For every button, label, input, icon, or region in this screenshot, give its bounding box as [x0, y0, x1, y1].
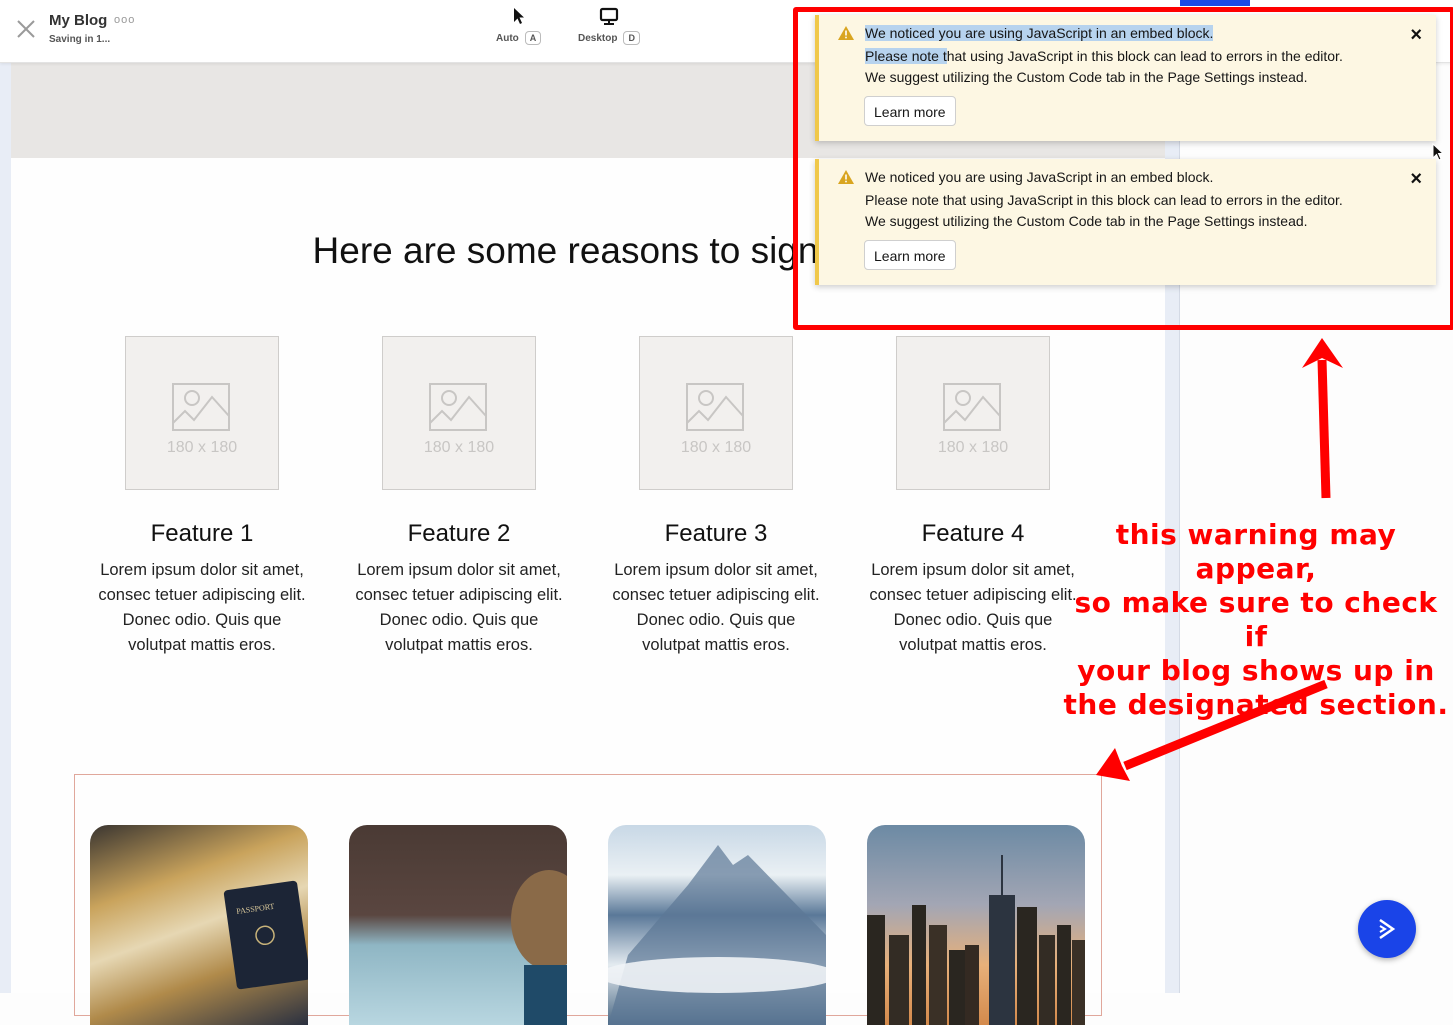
annotation-line: so make sure to check if — [1074, 586, 1438, 653]
js-warning-toast: We noticed you are using JavaScript in a… — [815, 159, 1436, 285]
pointer-cursor-icon — [496, 6, 541, 28]
close-icon[interactable]: × — [1410, 168, 1422, 191]
learn-more-button[interactable]: Learn more — [864, 96, 956, 126]
annotation-line: your blog shows up in — [1077, 654, 1435, 687]
shortcut-key: A — [524, 31, 542, 45]
floating-chat-button[interactable] — [1358, 900, 1416, 958]
mouse-cursor-icon — [1432, 143, 1445, 161]
feature-text: Lorem ipsum dolor sit amet, consec tetue… — [355, 561, 563, 654]
mountain-photo — [608, 845, 826, 1025]
toast-text: hat using JavaScript in this block can l… — [946, 48, 1343, 64]
more-options-icon[interactable]: ooo — [114, 14, 135, 26]
passport-photo: PASSPORT — [223, 880, 308, 990]
blog-post-image-passport[interactable]: PASSPORT — [90, 825, 308, 1025]
placeholder-dimensions: 180 x 180 — [423, 439, 495, 456]
city-skyline-photo — [867, 855, 1085, 1025]
mode-auto-label: Auto — [496, 33, 519, 44]
image-placeholder[interactable]: 180 x 180 — [382, 336, 536, 490]
blog-post-image-city[interactable] — [867, 825, 1085, 1025]
placeholder-dimensions: 180 x 180 — [937, 439, 1009, 456]
js-warning-toast: We noticed you are using JavaScript in a… — [815, 15, 1436, 141]
site-title[interactable]: My Blog — [49, 12, 107, 29]
image-icon — [943, 383, 1001, 431]
blog-post-image-map[interactable] — [349, 825, 567, 1025]
left-gutter — [0, 62, 11, 993]
blog-section[interactable]: PASSPORT — [74, 774, 1102, 1025]
learn-more-button[interactable]: Learn more — [864, 240, 956, 270]
desktop-monitor-icon — [578, 6, 640, 28]
child-map-photo — [511, 870, 567, 1025]
blog-post-image-mountain[interactable] — [608, 825, 826, 1025]
mode-auto-button[interactable]: Auto A — [496, 6, 542, 46]
toast-text: We suggest utilizing the Custom Code tab… — [865, 213, 1308, 229]
feature-title: Feature 4 — [921, 520, 1025, 547]
warning-triangle-icon — [838, 26, 854, 40]
toast-text-selected: Please note t — [865, 48, 947, 64]
image-placeholder[interactable]: 180 x 180 — [639, 336, 793, 490]
active-panel-tab-indicator — [1180, 0, 1250, 6]
feature-text: Lorem ipsum dolor sit amet, consec tetue… — [869, 561, 1077, 654]
toast-title: We noticed you are using JavaScript in a… — [865, 25, 1214, 41]
feature-card[interactable]: 180 x 180 Feature 3 Lorem ipsum dolor si… — [611, 336, 821, 658]
annotation-line: this warning may appear, — [1115, 518, 1397, 585]
feature-text: Lorem ipsum dolor sit amet, consec tetue… — [98, 561, 306, 654]
feature-card[interactable]: 180 x 180 Feature 4 Lorem ipsum dolor si… — [868, 336, 1078, 658]
feature-title: Feature 2 — [407, 520, 511, 547]
image-icon — [429, 383, 487, 431]
chevron-right-double-icon — [1379, 918, 1396, 940]
close-icon[interactable] — [15, 18, 37, 40]
image-placeholder[interactable]: 180 x 180 — [896, 336, 1050, 490]
image-icon — [172, 383, 230, 431]
shortcut-key: D — [623, 31, 640, 45]
feature-text: Lorem ipsum dolor sit amet, consec tetue… — [612, 561, 820, 654]
image-placeholder[interactable]: 180 x 180 — [125, 336, 279, 490]
warning-triangle-icon — [838, 170, 854, 184]
mode-desktop-button[interactable]: Desktop D — [578, 6, 640, 46]
feature-card[interactable]: 180 x 180 Feature 2 Lorem ipsum dolor si… — [354, 336, 564, 658]
feature-card[interactable]: 180 x 180 Feature 1 Lorem ipsum dolor si… — [97, 336, 307, 658]
feature-title: Feature 1 — [150, 520, 254, 547]
annotation-note: this warning may appear, so make sure to… — [1062, 518, 1450, 722]
mode-desktop-label: Desktop — [578, 33, 618, 44]
save-status: Saving in 1... — [49, 34, 111, 45]
close-icon[interactable]: × — [1410, 24, 1422, 47]
toast-text: Please note that using JavaScript in thi… — [865, 192, 1343, 208]
image-icon — [686, 383, 744, 431]
toast-text: We suggest utilizing the Custom Code tab… — [865, 69, 1308, 85]
annotation-line: the designated section. — [1063, 688, 1449, 721]
feature-title: Feature 3 — [664, 520, 768, 547]
placeholder-dimensions: 180 x 180 — [680, 439, 752, 456]
toast-title: We noticed you are using JavaScript in a… — [865, 169, 1214, 185]
placeholder-dimensions: 180 x 180 — [166, 439, 238, 456]
